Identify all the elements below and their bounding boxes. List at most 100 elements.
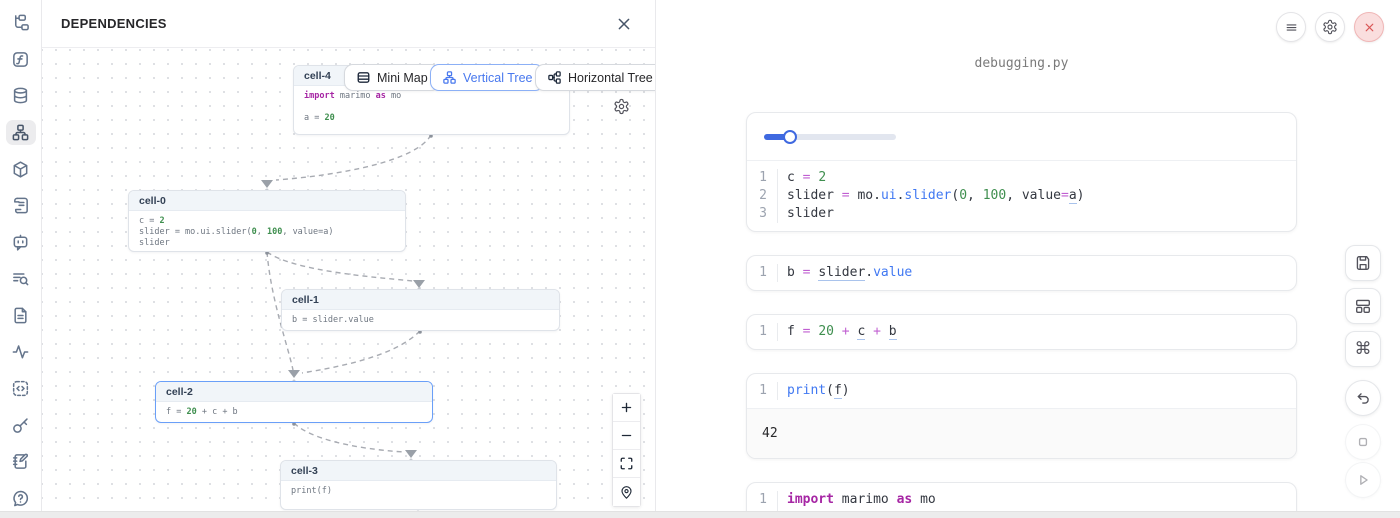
graph-view-button-vertical-tree[interactable]: Vertical Tree — [430, 64, 544, 91]
sidebar-item-chat[interactable] — [6, 229, 36, 255]
graph-node-code: import marimo as mo a = 20 — [294, 86, 569, 129]
code-token: , — [1006, 188, 1022, 203]
sidebar-item-code-block[interactable] — [6, 376, 36, 402]
code-token: mo — [857, 188, 873, 203]
zoom-out-button[interactable] — [613, 422, 640, 450]
graph-node-title: cell-1 — [282, 290, 559, 310]
close-panel-icon[interactable] — [613, 13, 635, 35]
zoom-in-button[interactable] — [613, 394, 640, 422]
shutdown-button[interactable] — [1354, 12, 1384, 42]
layout-button[interactable] — [1345, 288, 1381, 324]
code-token: 20 — [818, 324, 834, 339]
sidebar-item-help[interactable] — [6, 486, 36, 512]
gear-icon — [1322, 19, 1338, 35]
slider-track[interactable] — [764, 134, 896, 140]
dependency-graph-canvas[interactable]: cell-4import marimo as moa = 20cell-0c =… — [42, 48, 655, 511]
cell-card: 1 f = 20 + c + b — [746, 314, 1297, 350]
line-number: 1 — [747, 323, 767, 341]
dependency-graph-icon — [11, 123, 30, 142]
sidebar-item-find[interactable] — [6, 266, 36, 292]
run-button[interactable] — [1345, 462, 1381, 498]
save-icon — [1354, 254, 1372, 272]
code-token: = — [803, 324, 819, 339]
code-block-icon — [11, 379, 30, 398]
graph-node-cell-0[interactable]: cell-0c = 2slider = mo.ui.slider(0, 100,… — [128, 190, 406, 252]
code-line: slider = mo.ui.slider(0, 100, value=a) — [139, 227, 395, 238]
bottom-status-strip — [0, 511, 1400, 518]
icon-sidebar — [0, 0, 42, 511]
code-token: c = — [139, 216, 159, 226]
code-token: marimo — [335, 91, 376, 101]
list-search-icon — [11, 269, 30, 288]
code-token: slider — [787, 206, 834, 221]
save-button[interactable] — [1345, 245, 1381, 281]
code-token: ) — [842, 383, 850, 398]
notebook-filename: debugging.py — [746, 56, 1297, 71]
code-token: mo — [386, 91, 401, 101]
chat-icon — [11, 233, 30, 252]
graph-view-button-mini-map[interactable]: Mini Map — [344, 64, 440, 91]
cell-code-editor[interactable]: 1b = slider.value — [747, 256, 1296, 290]
code-token: = — [842, 188, 858, 203]
code-line: import marimo as mo — [304, 91, 559, 102]
code-line: b = slider.value — [292, 315, 549, 326]
sidebar-item-dependencies[interactable] — [6, 120, 36, 146]
layout-icon — [1354, 297, 1372, 315]
code-token: print — [787, 383, 826, 398]
graph-settings-gear-icon[interactable] — [609, 94, 633, 118]
graph-node-cell-3[interactable]: cell-3print(f) — [280, 460, 557, 510]
code-line — [304, 102, 559, 113]
file-tree-icon — [11, 13, 30, 32]
cell-card: 1print(f)42 — [746, 373, 1297, 459]
locate-button[interactable] — [613, 478, 640, 506]
code-token: f — [787, 324, 803, 339]
commands-button[interactable]: ⌘ — [1345, 331, 1381, 367]
code-token — [881, 324, 889, 339]
menu-button[interactable] — [1276, 12, 1306, 42]
cell-code-editor[interactable]: 123c = 2slider = mo.ui.slider(0, 100, va… — [747, 161, 1296, 231]
graph-view-button-horizontal-tree[interactable]: Horizontal Tree — [535, 64, 655, 91]
sidebar-item-scratchpad[interactable] — [6, 449, 36, 475]
undo-button[interactable] — [1345, 380, 1381, 416]
slider-thumb[interactable] — [783, 130, 797, 144]
settings-button[interactable] — [1315, 12, 1345, 42]
code-token: . — [873, 188, 881, 203]
code-token: slider — [787, 188, 842, 203]
code-lines: f = 20 + c + b — [778, 323, 897, 341]
code-token: ( — [826, 383, 834, 398]
sidebar-item-variables[interactable] — [6, 47, 36, 73]
cell-code-editor[interactable]: 1print(f) — [747, 374, 1296, 408]
arrowhead — [413, 280, 425, 288]
graph-node-cell-1[interactable]: cell-1 b = slider.value — [281, 289, 560, 331]
fit-view-button[interactable] — [613, 450, 640, 478]
code-line: slider — [787, 205, 1084, 223]
code-token: b = slider.value — [292, 315, 374, 325]
code-token: slider — [904, 188, 951, 203]
sidebar-item-tracing[interactable] — [6, 339, 36, 365]
code-token: 20 — [186, 407, 196, 417]
code-token: 20 — [324, 113, 334, 123]
sidebar-item-logs[interactable] — [6, 193, 36, 219]
sidebar-item-snippets[interactable] — [6, 303, 36, 329]
code-token: as — [376, 91, 386, 101]
help-icon — [11, 489, 30, 508]
sidebar-item-packages[interactable] — [6, 156, 36, 182]
graph-node-code: c = 2slider = mo.ui.slider(0, 100, value… — [129, 211, 405, 252]
code-token: ) — [1077, 188, 1085, 203]
edge-cell1-cell2 — [302, 331, 420, 373]
function-icon — [11, 50, 30, 69]
line-number: 3 — [747, 205, 767, 223]
cell-code-editor[interactable]: 1 f = 20 + c + b — [747, 315, 1296, 349]
code-token — [865, 324, 873, 339]
key-icon — [11, 416, 30, 435]
sidebar-item-file-explorer[interactable] — [6, 10, 36, 36]
sidebar-item-data-sources[interactable] — [6, 83, 36, 109]
graph-node-cell-2[interactable]: cell-2f = 20 + c + b — [155, 381, 433, 423]
stop-button[interactable] — [1345, 424, 1381, 460]
code-token — [834, 324, 842, 339]
code-line: a = 20 — [304, 113, 559, 124]
arrowhead — [288, 370, 300, 378]
sidebar-item-secrets[interactable] — [6, 412, 36, 438]
code-token: a = — [304, 113, 324, 123]
line-number: 1 — [747, 491, 767, 509]
